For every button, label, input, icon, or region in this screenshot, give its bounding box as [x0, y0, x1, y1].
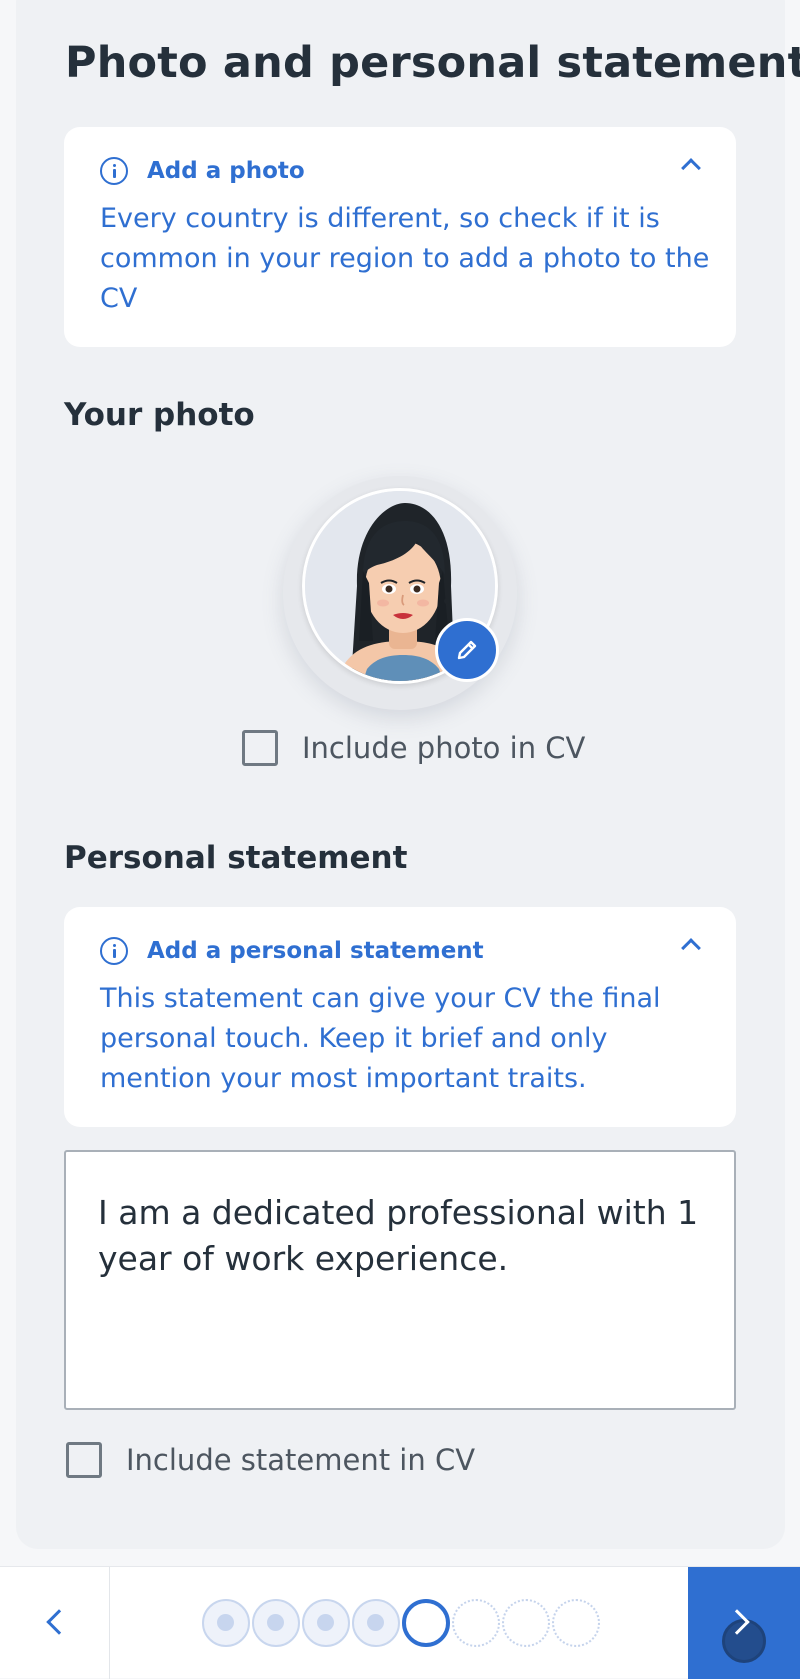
step-dot-7 — [502, 1599, 550, 1647]
chevron-left-icon — [46, 1609, 72, 1635]
personal-statement-textarea[interactable]: I am a dedicated professional with 1 yea… — [64, 1150, 736, 1410]
include-photo-toggle[interactable]: Include photo in CV — [242, 730, 585, 766]
statement-info-text: This statement can give your CV the fina… — [100, 983, 661, 1094]
step-dot-6 — [452, 1599, 500, 1647]
chevron-up-icon[interactable] — [681, 938, 701, 958]
statement-info-header[interactable]: Add a personal statement — [100, 935, 484, 967]
bottom-navigation — [0, 1566, 800, 1679]
step-dot-8 — [552, 1599, 600, 1647]
info-icon — [100, 937, 128, 965]
personal-statement-title: Personal statement — [64, 840, 408, 876]
pencil-icon — [457, 640, 477, 660]
photo-info-text: Every country is different, so check if … — [100, 203, 710, 314]
include-statement-checkbox[interactable] — [66, 1442, 102, 1478]
next-button[interactable] — [688, 1567, 800, 1679]
step-dot-2[interactable] — [252, 1599, 300, 1647]
include-statement-label: Include statement in CV — [126, 1443, 476, 1477]
photo-info-title: Add a photo — [147, 158, 305, 184]
include-photo-label: Include photo in CV — [302, 731, 586, 765]
step-dot-5-current[interactable] — [402, 1599, 450, 1647]
step-dot-1[interactable] — [202, 1599, 250, 1647]
chevron-up-icon[interactable] — [681, 158, 701, 178]
step-dot-3[interactable] — [302, 1599, 350, 1647]
step-dot-4[interactable] — [352, 1599, 400, 1647]
statement-info-title: Add a personal statement — [147, 938, 484, 964]
info-icon — [100, 157, 128, 185]
photo-info-header[interactable]: Add a photo — [100, 155, 305, 187]
edit-photo-button[interactable] — [435, 618, 499, 682]
back-button[interactable] — [0, 1567, 110, 1679]
your-photo-title: Your photo — [64, 397, 255, 433]
include-photo-checkbox[interactable] — [242, 730, 278, 766]
photo-info-box: Add a photo Every country is different, … — [64, 127, 736, 347]
page-title: Photo and personal statement — [65, 38, 800, 88]
statement-info-box: Add a personal statement This statement … — [64, 907, 736, 1127]
include-statement-toggle[interactable]: Include statement in CV — [66, 1442, 475, 1478]
